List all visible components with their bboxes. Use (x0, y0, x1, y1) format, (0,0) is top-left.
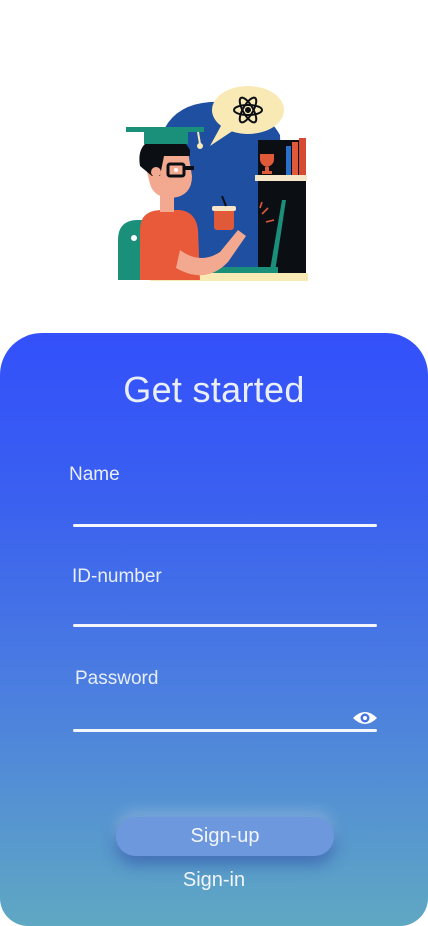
id-number-label: ID-number (72, 566, 162, 587)
name-field[interactable] (73, 490, 347, 526)
name-field-underline (73, 524, 377, 527)
password-field-underline (73, 729, 377, 732)
page-title: Get started (123, 369, 305, 410)
signup-screen: Get started Name ID-number Password Sign… (0, 0, 428, 926)
id-number-field-underline (73, 624, 377, 627)
signup-button[interactable]: Sign-up (116, 817, 334, 856)
password-label: Password (75, 668, 159, 689)
eye-icon[interactable] (352, 709, 378, 727)
student-graduate-illustration (118, 86, 308, 281)
id-number-field[interactable] (73, 591, 347, 627)
signup-form-panel: Get started Name ID-number Password Sign… (0, 333, 428, 926)
password-field[interactable] (73, 695, 347, 731)
name-label: Name (69, 464, 120, 485)
signin-link[interactable]: Sign-in (0, 869, 428, 892)
